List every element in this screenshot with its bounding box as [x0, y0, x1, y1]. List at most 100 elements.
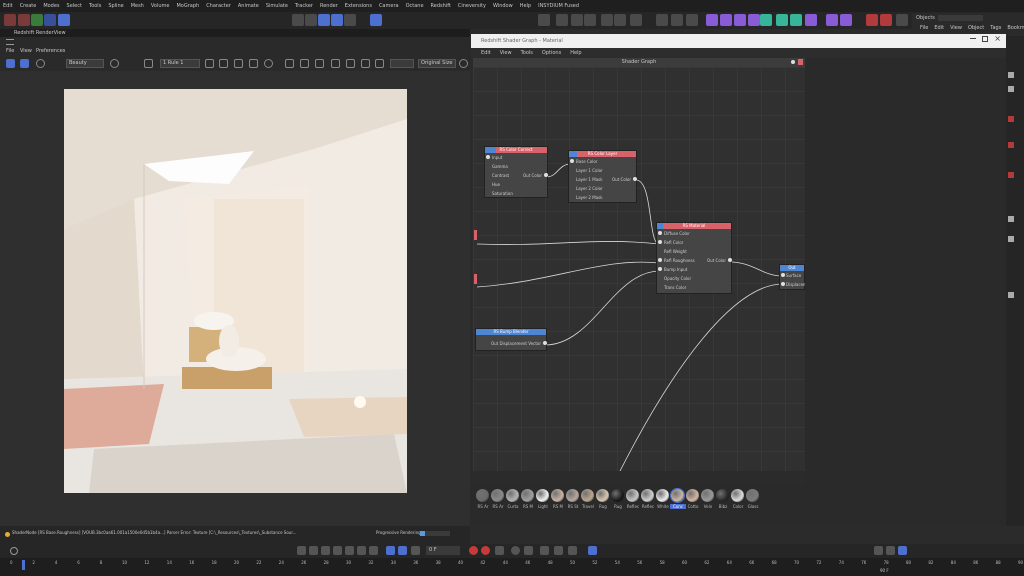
object-row-icon[interactable]: [1008, 86, 1014, 92]
window-layout-icon[interactable]: [630, 14, 642, 26]
film-icon[interactable]: [656, 14, 668, 26]
material-swatch[interactable]: [611, 489, 624, 502]
play-icon[interactable]: [333, 546, 342, 555]
window-maximize-icon[interactable]: [982, 36, 988, 42]
shader-graph-menu-options[interactable]: Options: [542, 50, 561, 56]
material-swatch[interactable]: [626, 489, 639, 502]
menu-item-tools[interactable]: Tools: [89, 3, 101, 9]
object-manager-tab-object[interactable]: Object: [968, 25, 984, 31]
crosshair-icon[interactable]: [375, 59, 384, 68]
hamburger-icon[interactable]: [6, 39, 14, 45]
material-swatch[interactable]: [566, 489, 579, 502]
dopesheet-icon[interactable]: [886, 546, 895, 555]
snapshot-icon[interactable]: [331, 59, 340, 68]
record-icon[interactable]: [469, 546, 478, 555]
redshift-icon[interactable]: [866, 14, 878, 26]
menu-item-modes[interactable]: Modes: [43, 3, 59, 9]
current-frame-field[interactable]: 0 F: [426, 546, 460, 555]
tag-icon[interactable]: [840, 14, 852, 26]
next-frame-icon[interactable]: [345, 546, 354, 555]
menu-item-cineversity[interactable]: Cineversity: [458, 3, 486, 9]
pen-icon[interactable]: [720, 14, 732, 26]
compare-icon[interactable]: [346, 59, 355, 68]
offscreen-node-port[interactable]: [474, 230, 477, 240]
renderview-menu-preferences[interactable]: Preferences: [36, 48, 65, 54]
menu-item-octane[interactable]: Octane: [406, 3, 424, 9]
object-list-panel[interactable]: [1006, 36, 1024, 526]
render-region-icon[interactable]: [556, 14, 568, 26]
subdivision-icon[interactable]: [734, 14, 746, 26]
menu-item-spline[interactable]: Spline: [108, 3, 123, 9]
material-swatch[interactable]: [670, 488, 685, 503]
lock-icon[interactable]: [205, 59, 214, 68]
material-swatch[interactable]: [731, 489, 744, 502]
port-opacity-color[interactable]: Opacity Color: [657, 274, 731, 283]
material-swatch[interactable]: [701, 489, 714, 502]
redshift-tag-icon[interactable]: [1008, 172, 1014, 178]
port-refl-color[interactable]: Refl Color: [657, 238, 731, 247]
render-picture-viewer-icon[interactable]: [571, 14, 583, 26]
port-layer1-color[interactable]: Layer 1 Color: [569, 166, 636, 175]
layout-icon[interactable]: [874, 546, 883, 555]
display-mode-select[interactable]: Beauty: [66, 59, 104, 68]
object-manager-tab-file[interactable]: File: [920, 25, 928, 31]
render-view-icon[interactable]: [538, 14, 550, 26]
coordinate-system-icon[interactable]: [58, 14, 70, 26]
globe-icon[interactable]: [110, 59, 119, 68]
menu-item-animate[interactable]: Animate: [238, 3, 259, 9]
port-surface[interactable]: Surface: [780, 271, 804, 280]
menu-item-volume[interactable]: Volume: [151, 3, 170, 9]
material-swatch[interactable]: [521, 489, 534, 502]
shader-graph-menu-view[interactable]: View: [500, 50, 512, 56]
circle-icon[interactable]: [264, 59, 273, 68]
floor-icon[interactable]: [776, 14, 788, 26]
timeline-mode-icon[interactable]: [588, 546, 597, 555]
menu-item-redshift[interactable]: Redshift: [431, 3, 451, 9]
material-swatch[interactable]: [476, 489, 489, 502]
node-rs-material[interactable]: RS Material Diffuse Color Refl Color Ref…: [656, 222, 732, 294]
model-mode-icon[interactable]: [292, 14, 304, 26]
snap-icon[interactable]: [370, 14, 382, 26]
material-swatch[interactable]: [716, 489, 729, 502]
port-base-color[interactable]: Base Color: [569, 157, 636, 166]
z-axis-icon[interactable]: [44, 14, 56, 26]
crop-icon[interactable]: [144, 59, 153, 68]
target-icon[interactable]: [614, 14, 626, 26]
menu-item-help[interactable]: Help: [520, 3, 531, 9]
object-manager-tab-view[interactable]: View: [950, 25, 962, 31]
texture-mode-icon[interactable]: [305, 14, 317, 26]
settings-icon[interactable]: [10, 547, 18, 555]
object-row-icon[interactable]: [1008, 292, 1014, 298]
port-dot[interactable]: [544, 173, 548, 177]
shader-graph-menu-edit[interactable]: Edit: [481, 50, 491, 56]
light-icon[interactable]: [826, 14, 838, 26]
port-saturation[interactable]: Saturation: [485, 189, 547, 198]
port-dot[interactable]: [543, 341, 547, 345]
port-refl-weight[interactable]: Refl Weight: [657, 247, 731, 256]
menu-item-character[interactable]: Character: [206, 3, 231, 9]
scale-icon[interactable]: [249, 59, 258, 68]
port-out-displacement[interactable]: Out Displacement Vector: [476, 339, 547, 348]
fps-icon[interactable]: [411, 546, 420, 555]
menu-item-window[interactable]: Window: [493, 3, 513, 9]
menu-item-render[interactable]: Render: [320, 3, 338, 9]
rt-icon[interactable]: [50, 59, 59, 68]
redshift-tag-icon[interactable]: [1008, 142, 1014, 148]
port-dot[interactable]: [486, 155, 490, 159]
object-manager-tab-bookmarks[interactable]: Bookmarks: [1007, 25, 1024, 31]
color-mode-select[interactable]: Original Size: [418, 59, 456, 68]
window-close-icon[interactable]: ×: [994, 35, 1001, 43]
graph-dot-icon[interactable]: [791, 60, 795, 64]
menu-item-tracker[interactable]: Tracker: [295, 3, 313, 9]
menu-item-simulate[interactable]: Simulate: [266, 3, 288, 9]
preview-range-icon[interactable]: [398, 546, 407, 555]
undo-icon[interactable]: [4, 14, 16, 26]
render-settings-icon[interactable]: [584, 14, 596, 26]
offscreen-node-port[interactable]: [474, 274, 477, 284]
bucket-select[interactable]: [390, 59, 414, 68]
port-diffuse-color[interactable]: Diffuse Color: [657, 229, 731, 238]
menu-item-extensions[interactable]: Extensions: [345, 3, 372, 9]
scale-key-icon[interactable]: [554, 546, 563, 555]
param-key-icon[interactable]: [568, 546, 577, 555]
node-bump-blender[interactable]: RS Bump Blender Out Displacement Vector: [475, 328, 547, 351]
